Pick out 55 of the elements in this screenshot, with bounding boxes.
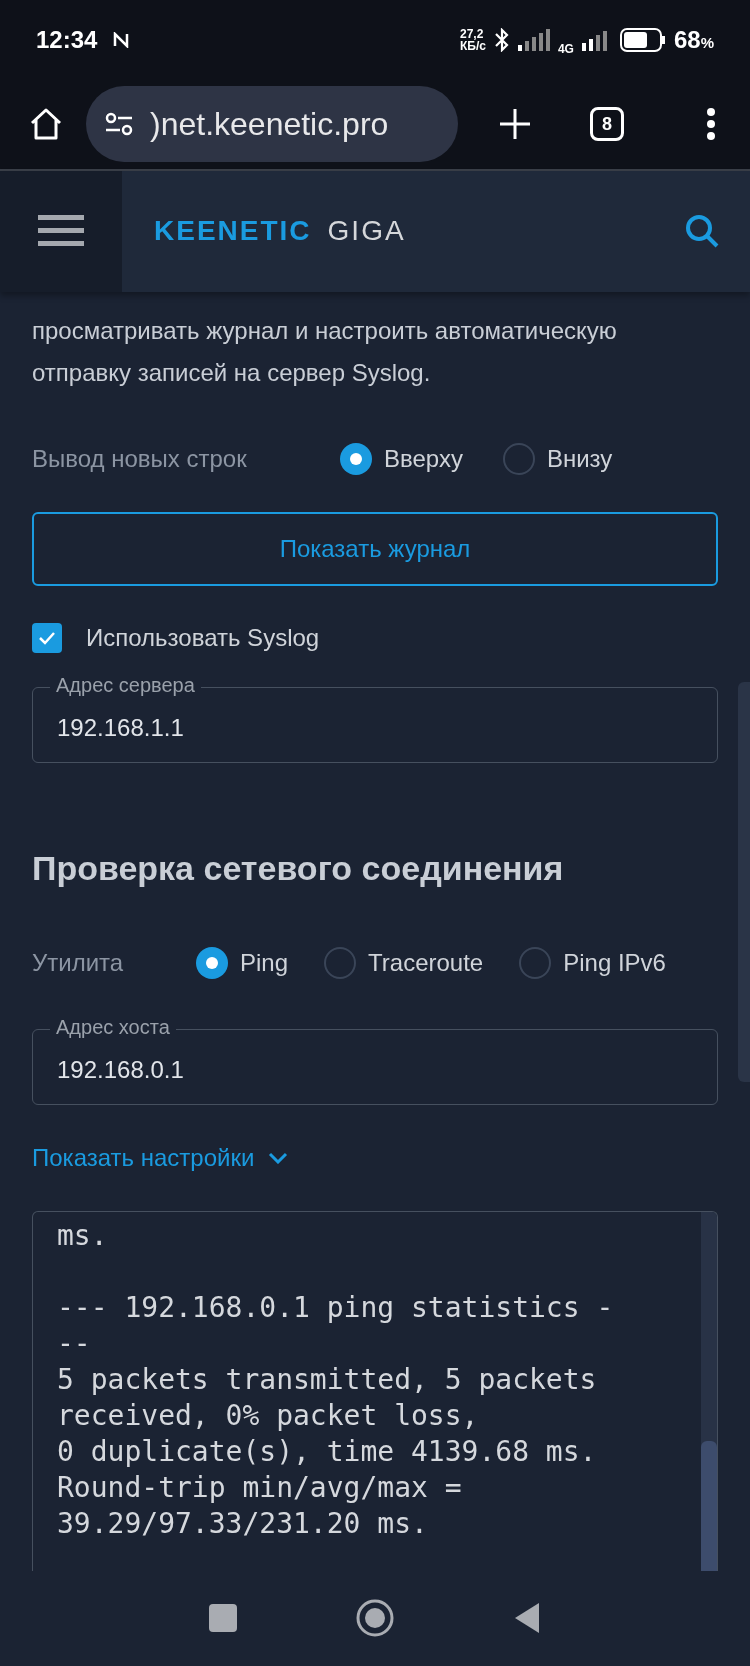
scrollbar-thumb[interactable]	[701, 1440, 717, 1571]
network-type: 4G	[557, 40, 574, 58]
home-icon[interactable]	[28, 106, 64, 142]
check-icon	[38, 630, 56, 645]
radio-button[interactable]	[340, 442, 372, 475]
search-icon[interactable]	[684, 213, 720, 250]
radio-label: Ping	[240, 947, 289, 978]
log-line: 39.29/97.33/231.20 ms.	[57, 1505, 429, 1542]
option-label: Вывод новых строк	[32, 443, 248, 474]
log-line: received, 0% packet loss,	[57, 1397, 480, 1434]
checkbox[interactable]	[32, 622, 62, 653]
radio-label: Внизу	[546, 443, 613, 474]
percent-sign: %	[700, 33, 714, 53]
battery-icon	[619, 27, 666, 52]
address-bar[interactable]: )net.keenetic.pro	[86, 86, 458, 162]
site-settings-icon[interactable]	[104, 112, 134, 136]
section-title: Проверка сетевого соединения	[32, 847, 565, 889]
radio-button[interactable]	[196, 946, 228, 979]
model-name: GIGA	[327, 214, 406, 249]
checkbox-label: Использовать Syslog	[86, 622, 320, 653]
show-log-button[interactable]: Показать журнал	[32, 511, 718, 586]
radio-button[interactable]	[519, 946, 552, 979]
log-line: ms.	[57, 1217, 109, 1254]
plus-icon[interactable]	[498, 107, 532, 141]
speed-value: 27,2	[459, 27, 484, 40]
log-line: --- 192.168.0.1 ping statistics -	[57, 1289, 615, 1326]
radio-button[interactable]	[502, 442, 535, 475]
signal-icon	[517, 28, 550, 51]
log-line: --	[57, 1325, 92, 1362]
field-value: 192.168.1.1	[57, 712, 184, 743]
back-button[interactable]	[513, 1601, 541, 1636]
bluetooth-icon	[493, 27, 510, 52]
log-line: Round-trip min/avg/max =	[57, 1469, 463, 1506]
notification-icon	[113, 31, 130, 48]
log-line: 0 duplicate(s), time 4139.68 ms.	[57, 1433, 598, 1470]
description-text: просматривать журнал и настроить автоматическую отправку записей на сервер Syslog.	[32, 315, 618, 388]
tab-count[interactable]: 8	[590, 107, 624, 141]
show-settings-link[interactable]: Показать настройки	[32, 1139, 255, 1176]
menu-icon[interactable]	[38, 215, 84, 248]
field-value: 192.168.0.1	[57, 1054, 184, 1085]
radio-button[interactable]	[324, 946, 357, 979]
home-button[interactable]	[355, 1598, 395, 1639]
clock: 12:34	[36, 24, 98, 55]
radio-label: Вверху	[384, 443, 463, 474]
brand-logo: KEENETIC	[154, 214, 312, 249]
battery-percent: 68	[673, 24, 701, 55]
log-line: 5 packets transmitted, 5 packets	[57, 1361, 598, 1398]
speed-unit: КБ/с	[459, 39, 486, 52]
option-label: Утилита	[32, 947, 125, 978]
url-text: )net.keenetic.pro	[150, 105, 389, 144]
chevron-down-icon[interactable]	[268, 1151, 289, 1164]
radio-label: Ping IPv6	[563, 947, 666, 978]
radio-label: Traceroute	[368, 947, 484, 978]
more-icon[interactable]	[706, 107, 716, 141]
recent-apps-button[interactable]	[209, 1604, 237, 1633]
